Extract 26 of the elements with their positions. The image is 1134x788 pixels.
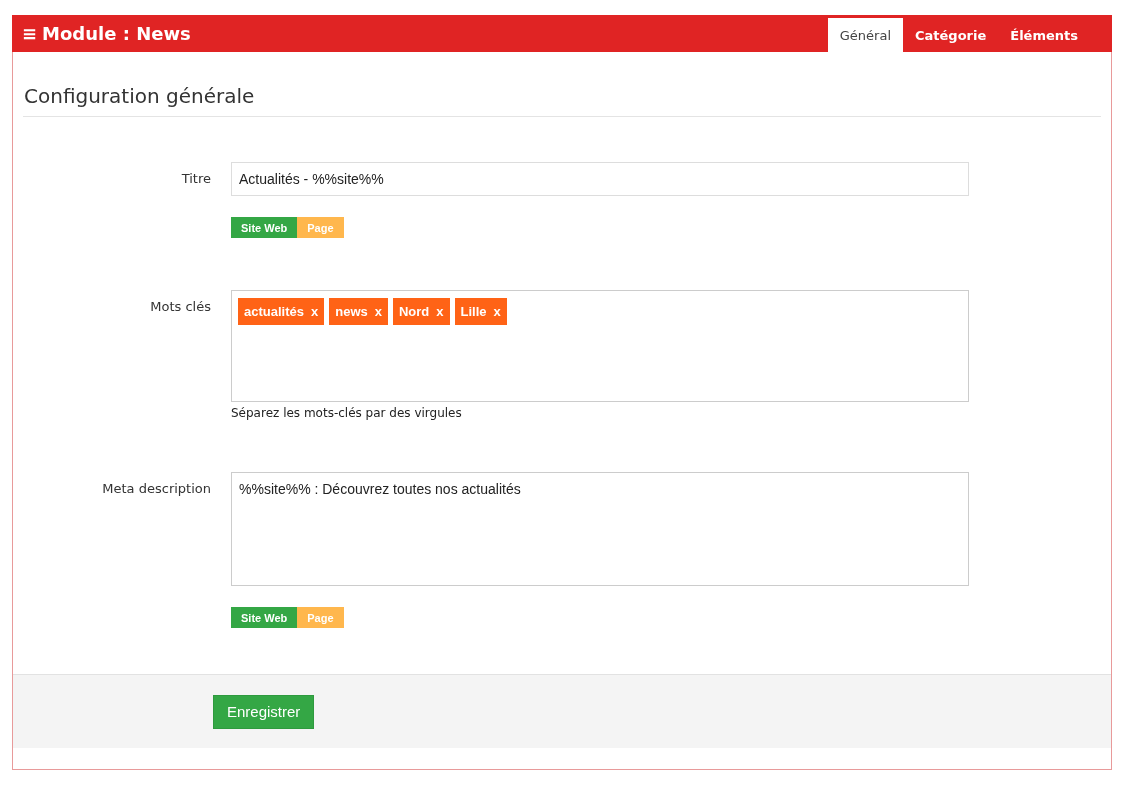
tab[interactable]: Catégorie — [903, 18, 999, 52]
field-label: Meta description — [101, 480, 211, 498]
menu-icon[interactable]: ≡ — [22, 23, 38, 44]
field-label: Titre — [180, 170, 211, 188]
tag-label: Lille — [460, 304, 487, 319]
variable-button[interactable]: Page — [297, 607, 344, 628]
tab[interactable]: Éléments — [998, 18, 1090, 52]
tag-label: actualités — [244, 304, 304, 319]
tab[interactable]: Général — [827, 18, 903, 52]
keywords-field[interactable]: actualités x news x Nord x Lille x — [231, 290, 969, 402]
remove-tag-button[interactable]: x — [436, 304, 444, 319]
variable-button[interactable]: Page — [297, 217, 344, 238]
variable-button[interactable]: Site Web — [231, 217, 298, 238]
save-button[interactable]: Enregistrer — [213, 694, 315, 729]
section-title: Configuration générale — [23, 84, 1101, 117]
tag-label: Nord — [398, 304, 430, 319]
description-textarea[interactable]: %%site%% : Découvrez toutes nos actualités — [231, 472, 969, 586]
help-text: Séparez les mots-clés par des virgules — [231, 406, 463, 420]
title-input[interactable]: Actualités - %%site%% — [231, 162, 969, 196]
module-title: Module : News — [42, 23, 191, 44]
variable-button[interactable]: Site Web — [231, 607, 298, 628]
field-label: Mots clés — [149, 298, 211, 316]
remove-tag-button[interactable]: x — [374, 304, 382, 319]
remove-tag-button[interactable]: x — [493, 304, 501, 319]
remove-tag-button[interactable]: x — [311, 304, 319, 319]
tag-label: news — [335, 304, 368, 319]
